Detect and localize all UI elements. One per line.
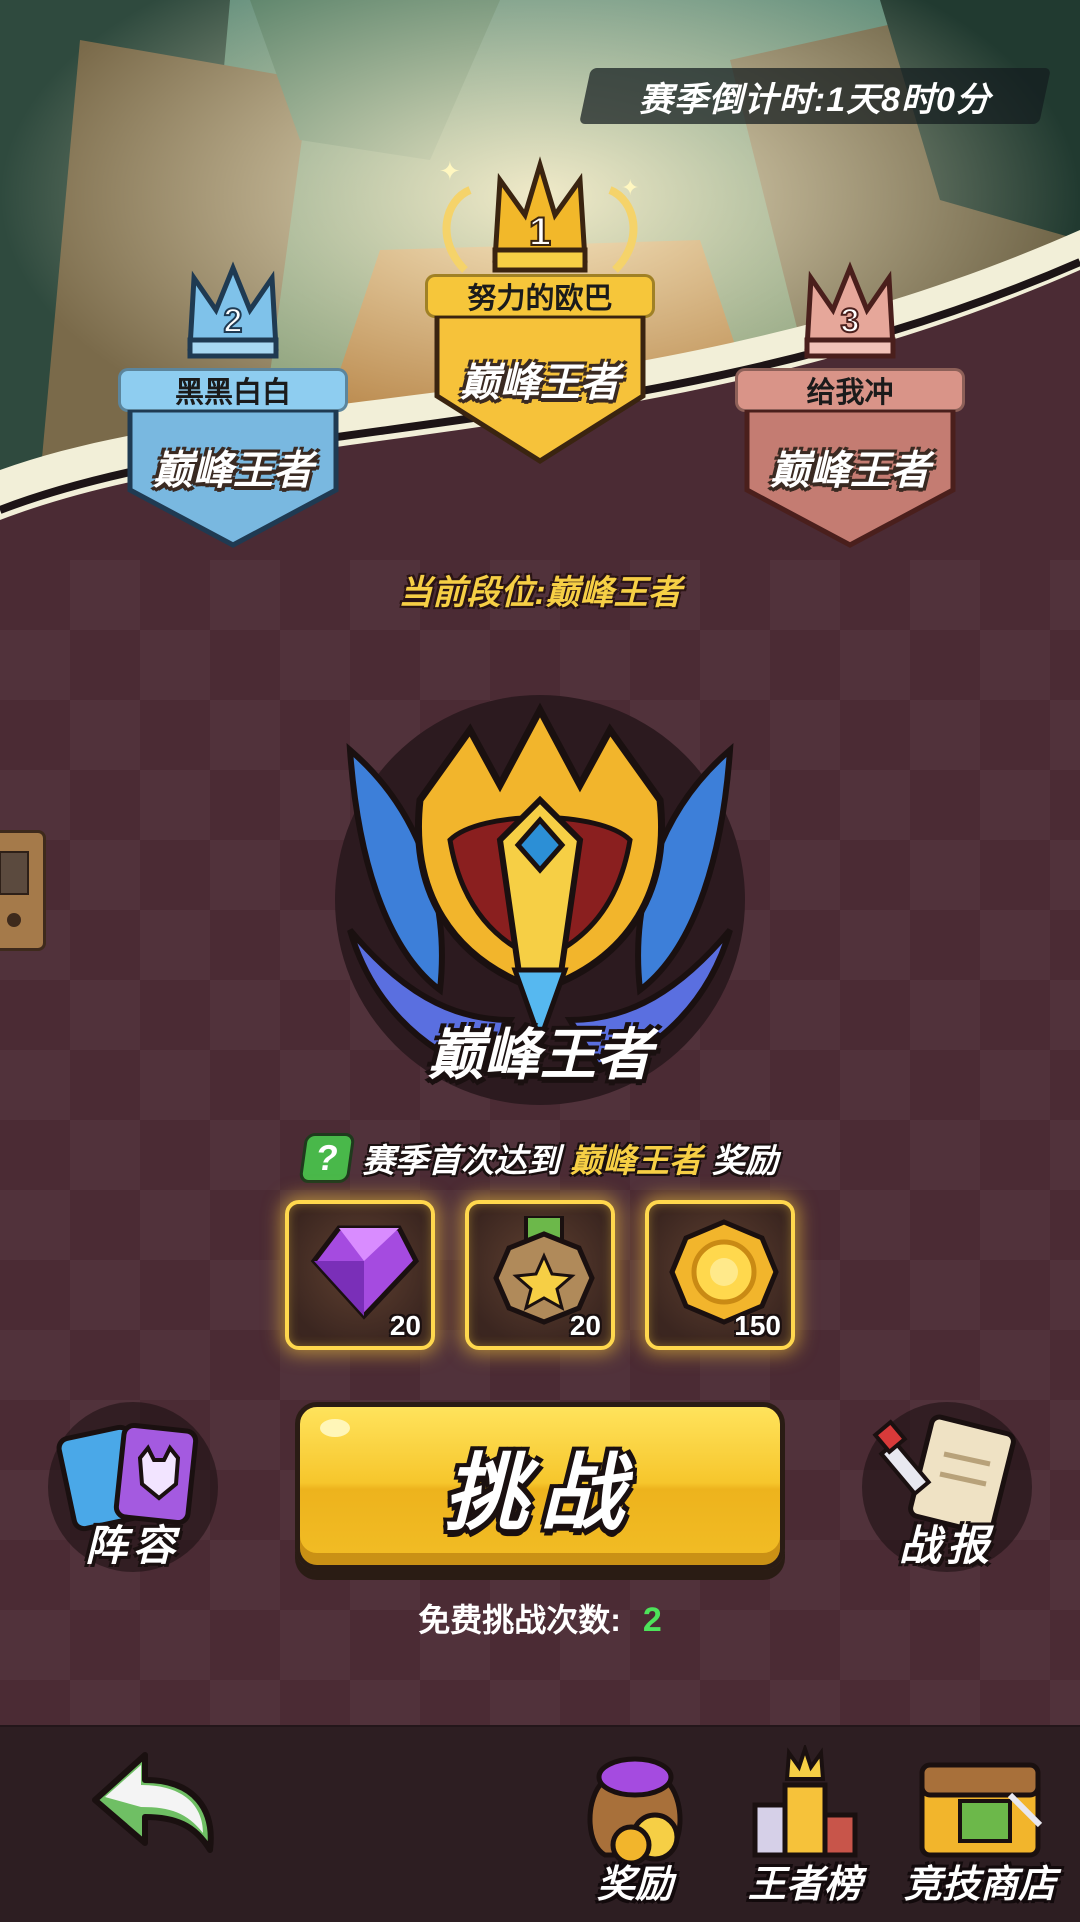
season-countdown-text: 赛季倒计时:1天8时0分: [638, 80, 992, 119]
battle-report-button[interactable]: 战报: [862, 1402, 1032, 1572]
rewards-bag-icon: [587, 1756, 683, 1865]
arena-shop-icon: [919, 1762, 1043, 1858]
free-challenges-count: 2: [642, 1601, 662, 1639]
current-rank-label: 当前段位:巅峰王者: [398, 574, 682, 612]
pink-crown-icon: 3: [804, 261, 896, 359]
lineup-button[interactable]: 阵容: [48, 1402, 218, 1572]
podium-third-name: 给我冲: [735, 368, 965, 412]
podium-third-rank: 3: [841, 302, 860, 340]
reward-slot-gem[interactable]: 20: [285, 1200, 435, 1350]
season-reward-highlight: 巅峰王者: [570, 1142, 702, 1179]
challenge-button[interactable]: 挑战: [295, 1402, 785, 1570]
reward-count-medal: 20: [569, 1310, 601, 1341]
lineup-label: 阵容: [84, 1522, 181, 1569]
back-button[interactable]: [85, 1745, 225, 1865]
back-arrow-icon: [92, 1752, 214, 1853]
nav-arena-shop[interactable]: 竞技商店: [900, 1745, 1060, 1910]
nav-leaderboard[interactable]: 王者榜: [725, 1745, 885, 1910]
podium-first-rank: 1: [529, 210, 551, 254]
reward-count-coin: 150: [734, 1310, 781, 1341]
season-reward-prefix: 赛季首次达到: [362, 1142, 560, 1179]
reward-count-gem: 20: [389, 1310, 421, 1341]
podium-first[interactable]: 1 ✦ ✦ 努力的欧巴 巅峰王者: [425, 150, 655, 465]
podium-second-rank: 2: [224, 302, 243, 340]
help-icon[interactable]: ?: [298, 1133, 356, 1183]
emblem-tier-title: 巅峰王者: [428, 1023, 652, 1086]
season-reward-suffix: 奖励: [712, 1142, 778, 1179]
podium-third[interactable]: 3 给我冲 巅峰王者: [735, 260, 965, 550]
podium-third-tier: 巅峰王者: [770, 449, 930, 493]
nav-rewards[interactable]: 奖励: [555, 1745, 715, 1910]
podium-second-name: 黑黑白白: [118, 368, 348, 412]
side-device-icon[interactable]: [0, 830, 46, 951]
nav-arena-shop-label: 竞技商店: [903, 1864, 1056, 1906]
free-challenges-label: 免费挑战次数:: [418, 1602, 621, 1638]
podium-first-tier: 巅峰王者: [460, 361, 620, 405]
podium-second[interactable]: 2 黑黑白白 巅峰王者: [118, 260, 348, 550]
podium-second-tier: 巅峰王者: [153, 449, 313, 493]
reward-slot-coin[interactable]: 150: [645, 1200, 795, 1350]
challenge-label: 挑战: [443, 1445, 636, 1540]
leaderboard-icon: [752, 1745, 858, 1858]
gold-crown-icon: 1 ✦ ✦: [439, 156, 639, 273]
nav-leaderboard-label: 王者榜: [747, 1864, 862, 1906]
svg-text:✦: ✦: [621, 176, 639, 201]
season-reward-caption: ? 赛季首次达到 巅峰王者 奖励: [0, 1130, 1080, 1186]
blue-crown-icon: 2: [187, 261, 279, 359]
free-challenges-info: 免费挑战次数: 2: [0, 1595, 1080, 1641]
season-countdown: 赛季倒计时:1天8时0分: [579, 68, 1051, 124]
podium-first-name: 努力的欧巴: [425, 274, 655, 318]
battle-report-label: 战报: [898, 1522, 995, 1569]
reward-slot-medal[interactable]: 20: [465, 1200, 615, 1350]
svg-text:✦: ✦: [439, 157, 461, 187]
